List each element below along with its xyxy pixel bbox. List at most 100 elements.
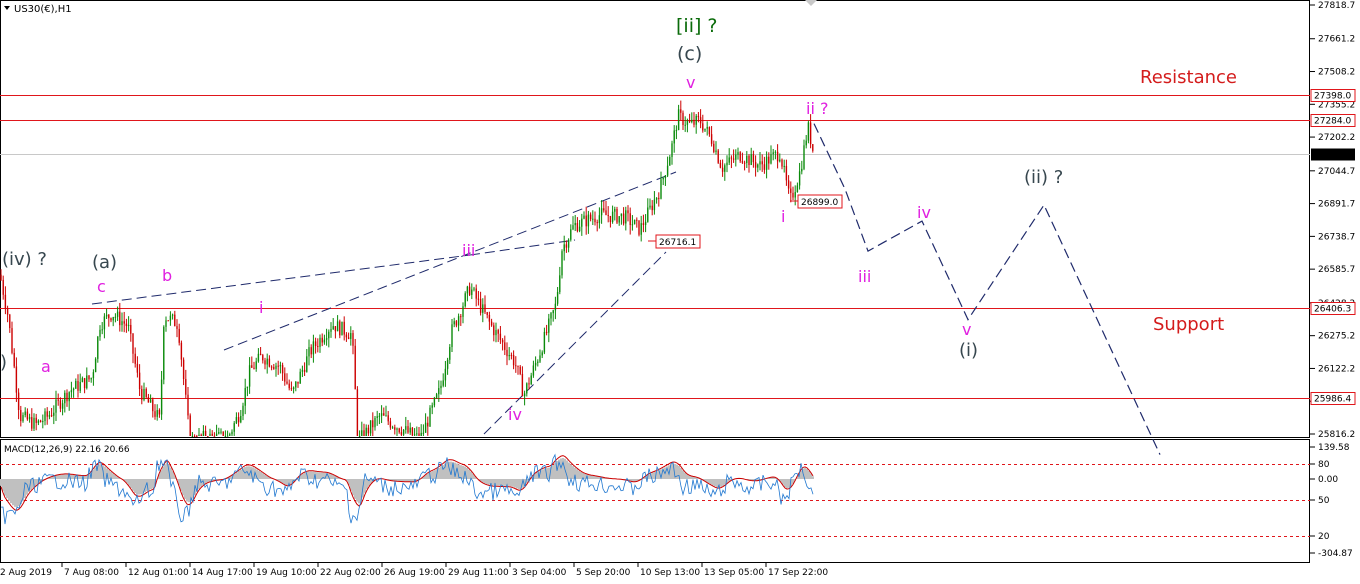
candle-body [26,411,29,420]
candle-body [561,251,563,276]
candle-body [365,427,367,436]
candle-body [28,417,31,420]
candle-body [603,208,605,211]
candle-body [123,321,125,324]
candle-body [4,294,7,309]
candle-body [783,165,785,167]
candle-body [312,341,315,355]
candle-body [116,311,119,317]
candle-body [750,154,752,166]
candle-body [462,306,464,317]
candle-body [218,432,220,434]
candle-body [807,122,810,141]
candle-body [739,152,741,162]
candle-body [658,197,660,199]
candle-body [622,213,625,224]
candle-body [671,143,673,158]
candle-body [475,288,477,299]
price-tick-label: 27202.2 [1318,133,1355,143]
candle-body [631,224,634,226]
svg-text:26899.0: 26899.0 [801,198,838,208]
candle-body [343,321,345,335]
time-tick-label: 5 Sep 20:00 [576,568,631,578]
price-label-26716: 26716.1 [648,234,701,249]
candle-body [704,128,706,131]
candle-body [737,152,739,155]
candle-body [220,431,222,433]
candle-body [620,213,623,217]
candle-body [457,316,460,326]
candle-body [413,434,416,436]
candle-body [284,373,286,382]
candle-body [24,411,26,416]
candle-body [633,219,636,225]
candle-body [37,420,40,423]
candle-body [796,185,799,193]
candle-body [290,388,293,390]
candle-body [101,329,103,331]
candle-body [299,371,301,384]
candle-body [554,303,557,311]
candle-body [504,342,506,350]
candle-body [259,353,262,356]
wave-label-iv-paren-q: (iv) ? [2,249,47,270]
wave-label-iii-small: iii [462,241,475,260]
candle-body [473,288,475,290]
wave-label-ii-paren-q: (ii) ? [1024,167,1063,188]
candle-body [79,381,81,391]
candle-body [625,210,627,224]
candle-body [99,329,101,337]
candle-body [530,375,532,385]
candle-body [147,396,150,403]
candle-body [460,316,462,318]
candle-body [209,433,211,436]
candle-body [163,326,165,380]
svg-text:26716.1: 26716.1 [659,238,696,248]
candle-body [83,378,86,389]
candle-body [303,369,306,372]
candle-body [295,381,297,388]
candle-body [666,165,669,176]
candle-body [581,218,583,227]
candle-body [510,354,513,356]
candle-body [200,434,202,436]
candle-body [418,433,420,436]
candle-body [198,434,200,436]
candle-body [523,393,526,397]
candle-body [589,214,592,220]
candle-body [402,429,405,435]
candle-body [378,415,381,417]
level-price-text: 27284.0 [1314,117,1351,127]
candle-body [526,383,528,394]
candle-body [719,162,722,168]
price-tick-label: 27661.2 [1318,35,1355,45]
candle-body [361,430,363,436]
candle-body [125,323,128,327]
candle-body [809,122,812,145]
price-tick-label: 27508.2 [1318,68,1355,78]
candle-body [528,383,530,385]
time-tick-label: 12 Aug 01:00 [128,568,189,578]
macd-tick-label: 50 [1318,496,1330,506]
candle-body [253,367,255,369]
candle-body [9,314,11,329]
candle-body [185,379,187,395]
candle-body [570,229,572,240]
candle-body [193,436,196,437]
candle-body [6,308,9,315]
wave-label-iii-proj: iii [858,267,871,286]
candle-body [578,226,581,232]
candle-body [754,162,757,168]
candle-body [508,354,510,357]
candle-body [251,365,253,368]
candle-body [761,161,763,165]
candle-body [141,389,143,400]
candle-body [0,274,2,280]
candle-body [794,192,796,198]
candle-body [409,427,411,433]
candle-body [772,152,774,155]
wave-label-a-paren: (a) [92,252,117,273]
macd-tick-label: 20 [1318,532,1330,542]
level-price-text: 26406.3 [1314,305,1351,315]
candle-body [770,154,772,164]
